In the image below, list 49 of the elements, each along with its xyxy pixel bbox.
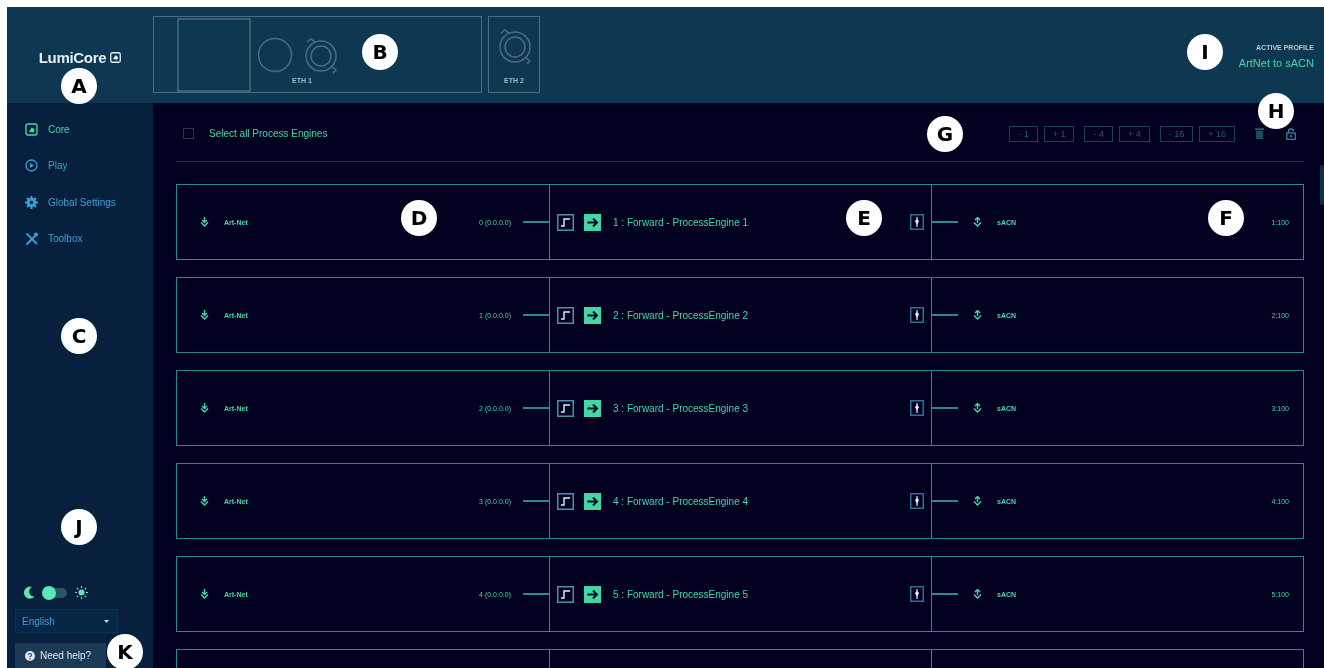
engine-name: 5 : Forward - ProcessEngine 5 bbox=[613, 588, 749, 600]
curve-icon[interactable] bbox=[557, 492, 574, 510]
output-icon bbox=[972, 217, 983, 227]
nav-item[interactable]: Core bbox=[25, 111, 153, 148]
language-value: English bbox=[22, 615, 55, 627]
merge-icon[interactable] bbox=[910, 214, 924, 230]
document-icon bbox=[25, 122, 38, 136]
logo-text: LumiCore bbox=[38, 48, 107, 66]
checkbox-label: Select all Process Engines bbox=[209, 128, 328, 139]
help-button[interactable]: Need help? bbox=[15, 643, 106, 668]
merge-icon[interactable] bbox=[910, 493, 924, 509]
language-select[interactable]: English bbox=[15, 609, 118, 633]
input-icon bbox=[199, 496, 210, 506]
engine-name: 4 : Forward - ProcessEngine 4 bbox=[613, 495, 749, 507]
output-icon bbox=[972, 403, 983, 413]
curve-icon[interactable] bbox=[557, 306, 574, 324]
curve-icon[interactable] bbox=[557, 213, 574, 231]
input-icon bbox=[199, 589, 210, 599]
output-icon bbox=[972, 496, 983, 506]
input-icon bbox=[199, 403, 210, 413]
play-icon bbox=[25, 159, 38, 173]
help-icon bbox=[25, 650, 35, 661]
nav-item[interactable]: Toolbox bbox=[25, 220, 153, 257]
engine-name: 2 : Forward - ProcessEngine 2 bbox=[613, 309, 749, 321]
scrollbar-thumb[interactable] bbox=[1320, 165, 1324, 205]
curve-icon[interactable] bbox=[557, 585, 574, 603]
caret-icon bbox=[104, 619, 109, 623]
nav-item[interactable]: Global Settings bbox=[25, 184, 153, 221]
input-icon bbox=[199, 310, 210, 320]
nav-item[interactable]: Play bbox=[25, 147, 153, 184]
theme-toggle[interactable] bbox=[43, 587, 67, 598]
output-icon bbox=[972, 310, 983, 320]
engine-name: 3 : Forward - ProcessEngine 3 bbox=[613, 402, 749, 414]
merge-icon[interactable] bbox=[910, 307, 924, 323]
logo-icon bbox=[110, 51, 122, 63]
merge-icon[interactable] bbox=[910, 400, 924, 416]
input-icon bbox=[199, 217, 210, 227]
merge-icon[interactable] bbox=[910, 586, 924, 602]
profile-name: ArtNet to sACN bbox=[1238, 56, 1314, 69]
curve-icon[interactable] bbox=[557, 399, 574, 417]
engine-name: 1 : Forward - ProcessEngine 1 bbox=[613, 216, 749, 228]
checkbox[interactable] bbox=[183, 128, 194, 139]
moon-icon bbox=[23, 586, 35, 599]
port-circle-icon bbox=[257, 36, 293, 73]
sun-icon bbox=[75, 586, 88, 599]
settings-icon bbox=[25, 195, 38, 209]
output-icon bbox=[972, 589, 983, 599]
tools-icon bbox=[25, 232, 38, 246]
lock-icon[interactable] bbox=[1286, 127, 1296, 140]
